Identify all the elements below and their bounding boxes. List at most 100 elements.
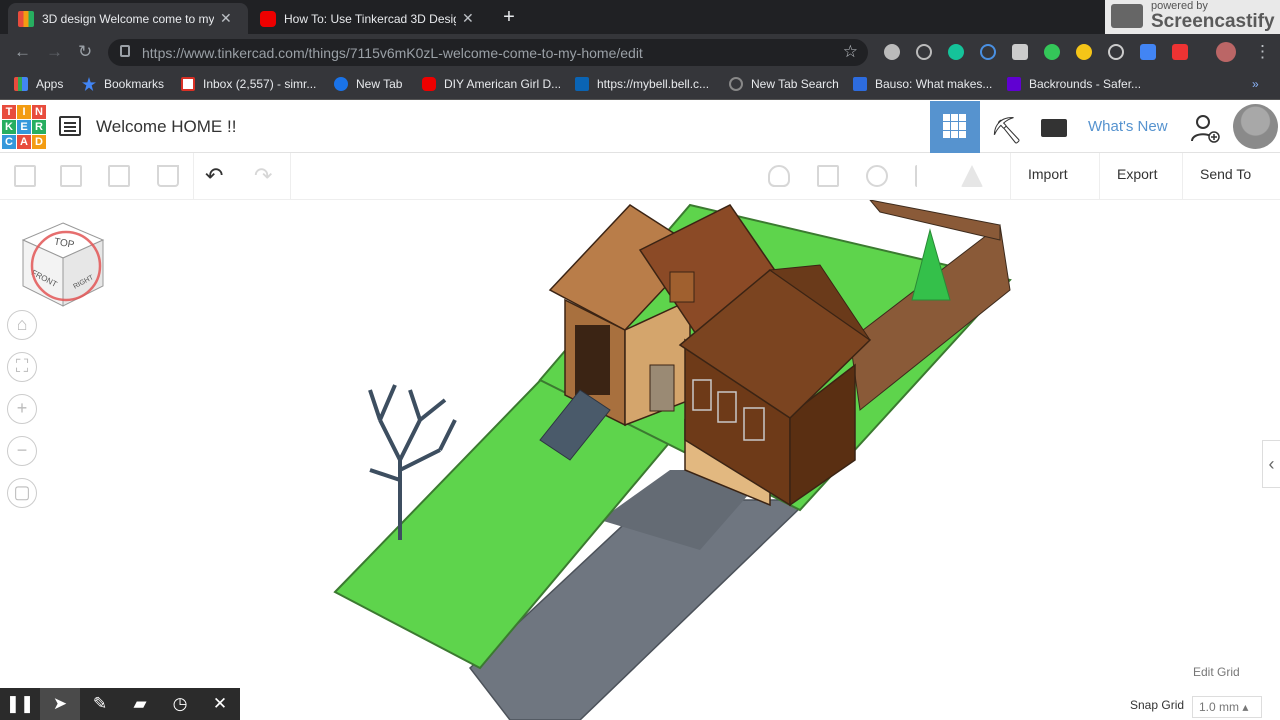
pen-icon[interactable]: ✎: [80, 688, 120, 720]
snap-grid-label: Snap Grid: [1130, 698, 1185, 712]
close-tab-icon[interactable]: ✕: [220, 10, 232, 27]
bookmark-star-icon[interactable]: ☆: [843, 42, 858, 62]
fence-back: [869, 200, 1001, 241]
highlighter-icon[interactable]: ▰: [120, 688, 160, 720]
screencastify-extension-icon[interactable]: [1172, 44, 1188, 60]
logo-letter: N: [32, 105, 46, 119]
pickaxe-icon[interactable]: ⛏: [990, 115, 1023, 146]
delete-icon[interactable]: [157, 165, 179, 187]
zoom-out-icon[interactable]: −: [7, 436, 37, 466]
grammarly-icon[interactable]: [948, 44, 964, 60]
chrome-menu-icon[interactable]: ⋮: [1254, 42, 1271, 62]
yahoo-icon: [1007, 77, 1021, 91]
group-icon[interactable]: [817, 165, 839, 187]
align-icon[interactable]: [915, 165, 937, 187]
fit-view-icon[interactable]: ⛶: [7, 352, 37, 382]
bookmark-label: https://mybell.bell.c...: [597, 77, 710, 91]
zoom-in-icon[interactable]: +: [7, 394, 37, 424]
address-bar-row: ← → ↻ https://www.tinkercad.com/things/7…: [0, 34, 1280, 70]
gmail-icon: [181, 77, 195, 91]
bookmark-bookmarks[interactable]: Bookmarks: [82, 77, 164, 91]
bookmark-bauso[interactable]: Bauso: What makes...: [853, 77, 992, 91]
copy-icon[interactable]: [14, 165, 36, 187]
bookmarks-bar: Apps Bookmarks Inbox (2,557) - simr... N…: [0, 70, 1280, 100]
bookmark-label: Bookmarks: [104, 77, 165, 91]
c-icon: [853, 77, 867, 91]
notes-lightbulb-icon[interactable]: [768, 165, 790, 187]
bookmark-backrounds[interactable]: Backrounds - Safer...: [1007, 77, 1141, 91]
extension-ring-icon[interactable]: [1108, 44, 1124, 60]
redo-icon[interactable]: ↷: [254, 163, 272, 189]
import-button[interactable]: Import: [1028, 166, 1068, 182]
user-avatar[interactable]: [1233, 104, 1278, 149]
reload-icon[interactable]: ↻: [78, 42, 92, 62]
send-to-button[interactable]: Send To: [1200, 166, 1251, 182]
undo-icon[interactable]: ↶: [205, 163, 223, 189]
bookmark-label: Inbox (2,557) - simr...: [203, 77, 317, 91]
design-list-icon[interactable]: [59, 116, 81, 136]
bookmark-label: DIY American Girl D...: [444, 77, 562, 91]
sync-extension-icon[interactable]: [980, 44, 996, 60]
pause-icon[interactable]: ❚❚: [0, 688, 40, 720]
profile-avatar-icon[interactable]: [1216, 42, 1236, 62]
panel-collapse-icon[interactable]: ‹: [1262, 440, 1280, 488]
tinkercad-header: T I N K E R C A D Welcome HOME !! ⛏ What…: [0, 101, 1280, 153]
logo-letter: D: [32, 135, 46, 149]
tinkercad-logo[interactable]: T I N K E R C A D: [2, 105, 46, 149]
paste-icon[interactable]: [60, 165, 82, 187]
extension-yellow-icon[interactable]: [1076, 44, 1092, 60]
whats-new-link[interactable]: What's New: [1088, 118, 1168, 135]
mirror-icon[interactable]: [961, 165, 983, 187]
duplicate-icon[interactable]: [108, 165, 130, 187]
bookmark-apps[interactable]: Apps: [14, 77, 63, 91]
bookmark-inbox[interactable]: Inbox (2,557) - simr...: [181, 77, 316, 91]
add-user-icon[interactable]: [1190, 113, 1220, 143]
more-bookmarks-icon[interactable]: »: [1252, 77, 1259, 91]
logo-letter: T: [2, 105, 16, 119]
perspective-icon[interactable]: ▢: [7, 478, 37, 508]
home-view-icon[interactable]: ⌂: [7, 310, 37, 340]
export-button[interactable]: Export: [1117, 166, 1157, 182]
timer-icon[interactable]: ◷: [160, 688, 200, 720]
translate-icon[interactable]: [1140, 44, 1156, 60]
new-tab-icon: [334, 77, 348, 91]
close-icon[interactable]: ✕: [200, 688, 240, 720]
forward-icon[interactable]: →: [46, 42, 63, 62]
bookmark-new-tab-search[interactable]: New Tab Search: [729, 77, 839, 91]
house-scene: [333, 200, 1012, 720]
url-text: https://www.tinkercad.com/things/7115v6m…: [142, 45, 643, 61]
design-title[interactable]: Welcome HOME !!: [96, 117, 236, 137]
ungroup-icon[interactable]: [866, 165, 888, 187]
view-cube[interactable]: TOP FRONT RIGHT: [18, 218, 108, 313]
bookmark-mybell[interactable]: https://mybell.bell.c...: [575, 77, 709, 91]
bookmark-label: New Tab: [356, 77, 403, 91]
recorder-toolbar: ❚❚ ➤ ✎ ▰ ◷ ✕: [0, 688, 240, 720]
close-tab-icon[interactable]: ✕: [462, 10, 474, 27]
search-extension-icon[interactable]: [916, 44, 932, 60]
bookmark-new-tab[interactable]: New Tab: [334, 77, 402, 91]
snap-grid-select[interactable]: 1.0 mm ▴: [1192, 696, 1262, 718]
tab-tinkercad[interactable]: 3D design Welcome come to my ✕: [8, 3, 248, 34]
url-input[interactable]: https://www.tinkercad.com/things/7115v6m…: [108, 39, 868, 66]
bricks-icon[interactable]: [1041, 119, 1067, 137]
tab-youtube[interactable]: How To: Use Tinkercad 3D Design ✕: [250, 3, 490, 34]
extension-icon[interactable]: [884, 44, 900, 60]
extension-green-icon[interactable]: [1044, 44, 1060, 60]
pointer-icon[interactable]: ➤: [40, 688, 80, 720]
browser-tab-bar: 3D design Welcome come to my ✕ How To: U…: [0, 0, 1280, 34]
back-icon[interactable]: ←: [14, 42, 31, 62]
logo-letter: C: [2, 135, 16, 149]
logo-letter: E: [17, 120, 31, 134]
dropdown-arrow-icon: ▴: [1242, 700, 1249, 714]
logo-letter: A: [17, 135, 31, 149]
snap-grid-value: 1.0 mm: [1199, 700, 1240, 714]
shield-extension-icon[interactable]: [1012, 44, 1028, 60]
edit-grid-button[interactable]: Edit Grid: [1193, 665, 1240, 679]
3d-workplane-viewport[interactable]: TOP FRONT RIGHT ⌂ ⛶ + − ▢ ‹: [0, 200, 1280, 720]
bookmark-label: New Tab Search: [751, 77, 839, 91]
porch-window: [649, 364, 675, 412]
logo-letter: K: [2, 120, 16, 134]
bookmark-diy[interactable]: DIY American Girl D...: [422, 77, 561, 91]
logo-letter: R: [32, 120, 46, 134]
new-tab-button[interactable]: +: [498, 7, 520, 29]
